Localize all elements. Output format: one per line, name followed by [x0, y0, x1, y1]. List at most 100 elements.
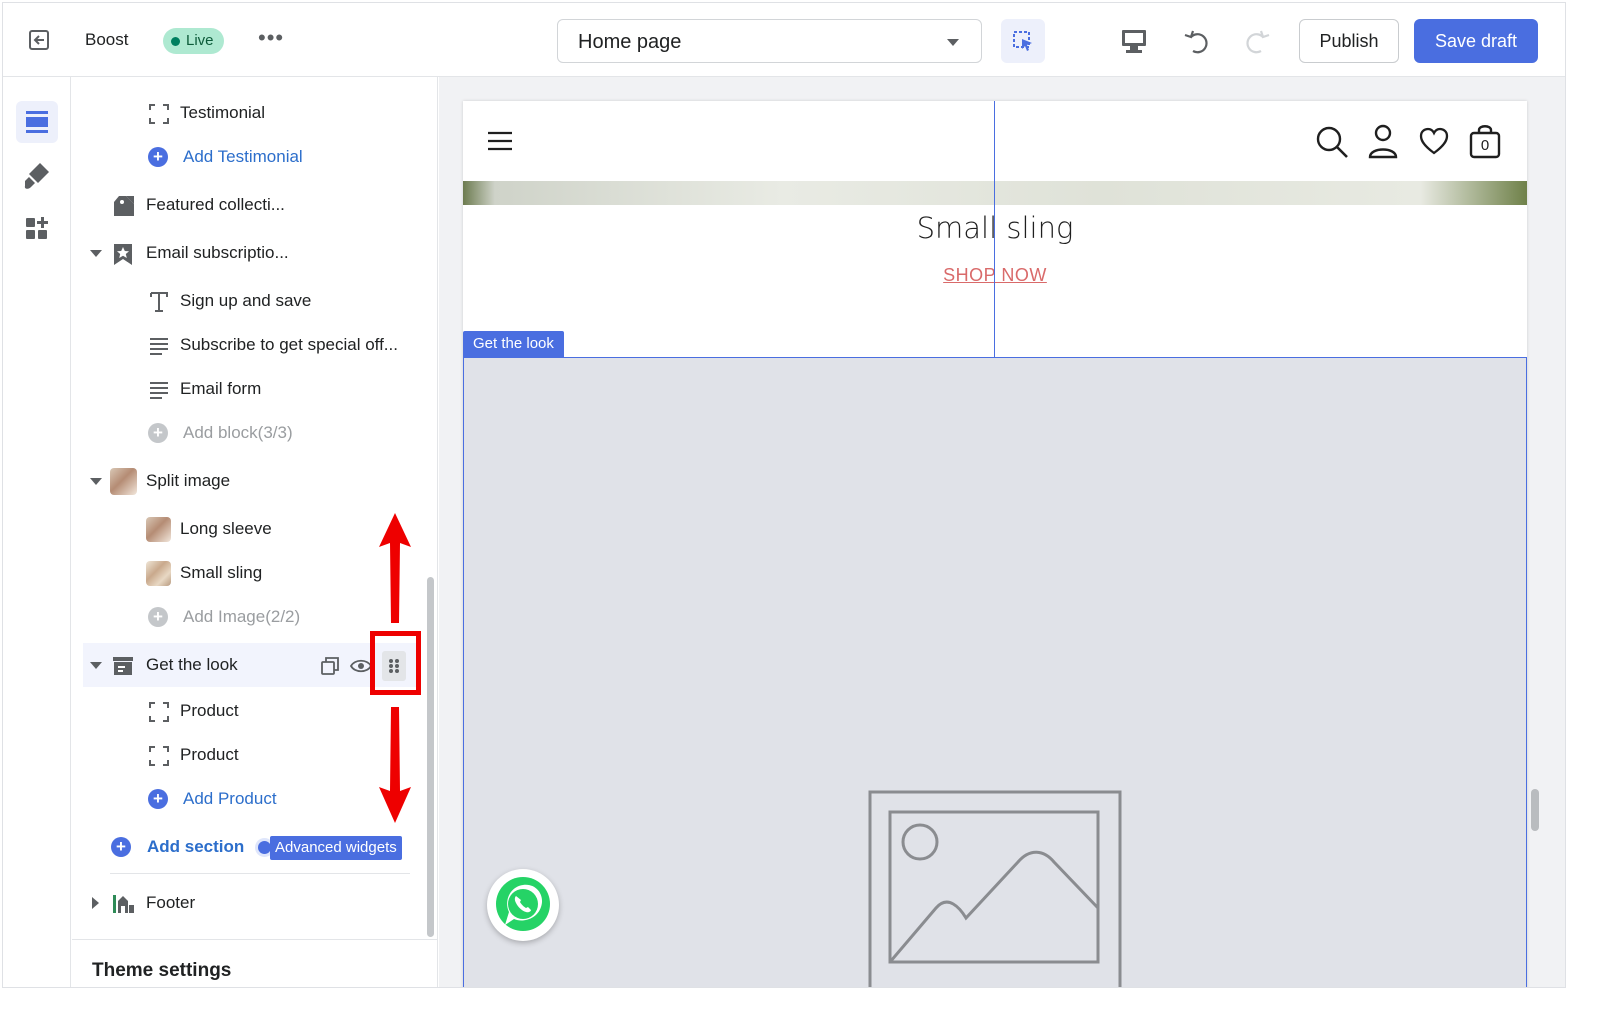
- store-name: Boost: [85, 30, 129, 49]
- block-frame-icon: [146, 101, 172, 127]
- long-sleeve-thumbnail: [146, 517, 171, 542]
- redo-icon[interactable]: [1241, 25, 1273, 57]
- sidebar-item-label: Add Testimonial: [183, 147, 303, 166]
- sidebar-item-label: Product: [180, 745, 239, 764]
- sidebar-item-label: Add section: [147, 837, 245, 856]
- divider: [110, 873, 410, 874]
- tag-icon: [110, 192, 136, 218]
- block-frame-icon: [146, 743, 172, 769]
- small-sling-thumbnail: [146, 561, 171, 586]
- exit-icon[interactable]: [27, 27, 53, 53]
- block-email-form[interactable]: Email form: [72, 367, 437, 411]
- hamburger-menu-icon[interactable]: [487, 131, 513, 156]
- sidebar-item-label: Add Product: [183, 789, 277, 808]
- theme-editor-window: Boost Live ••• Home page Publish Save dr…: [2, 2, 1566, 988]
- add-circle-icon: +: [148, 147, 168, 167]
- theme-settings-bar[interactable]: Theme settings: [72, 939, 437, 987]
- add-circle-icon: +: [111, 837, 131, 857]
- undo-icon[interactable]: [1181, 25, 1213, 57]
- center-guide-line: [994, 101, 995, 357]
- duplicate-icon[interactable]: [319, 655, 341, 677]
- sidebar-item-label: Small sling: [180, 563, 263, 582]
- paragraph-icon: [146, 333, 172, 359]
- sections-icon: [26, 111, 48, 133]
- cursor-select-icon: [1013, 31, 1032, 51]
- account-icon[interactable]: [1367, 123, 1399, 164]
- sidebar-item-label: Email subscriptio...: [146, 243, 289, 262]
- apps-icon: [26, 217, 48, 239]
- sidebar-item-label: Subscribe to get special off...: [180, 335, 398, 354]
- footer-store-icon: [110, 891, 136, 917]
- select-element-button[interactable]: [1001, 19, 1045, 63]
- sidebar-item-label: Get the look: [146, 655, 238, 674]
- sidebar-item-label: Testimonial: [180, 103, 266, 122]
- sections-tab[interactable]: [16, 101, 58, 143]
- image-placeholder-icon: [868, 790, 1122, 987]
- sidebar-item-label: Add block(3/3): [183, 423, 293, 442]
- chevron-down-icon: [947, 39, 959, 46]
- paragraph-icon: [146, 377, 172, 403]
- section-featured-collection[interactable]: Featured collecti...: [72, 183, 437, 227]
- store-header: 0: [463, 101, 1527, 181]
- section-get-the-look[interactable]: Get the look: [83, 643, 419, 687]
- split-image-thumbnail: [110, 468, 137, 495]
- page-selector-label: Home page: [578, 31, 682, 53]
- cart-icon[interactable]: 0: [1469, 123, 1501, 164]
- save-draft-button[interactable]: Save draft: [1414, 19, 1538, 63]
- left-rail: [3, 77, 71, 987]
- page-selector-dropdown[interactable]: Home page: [557, 19, 982, 63]
- bookmark-star-icon: [110, 241, 136, 267]
- sidebar-item-label: Featured collecti...: [146, 195, 285, 214]
- block-frame-icon: [146, 699, 172, 725]
- chevron-down-icon[interactable]: [90, 250, 102, 257]
- sidebar-item-label: Footer: [146, 893, 196, 912]
- whatsapp-icon: [496, 877, 550, 931]
- sidebar-item-label: Long sleeve: [180, 519, 272, 538]
- brush-icon: [24, 163, 49, 189]
- block-testimonial[interactable]: Testimonial: [72, 91, 437, 135]
- status-dot-icon: [171, 36, 180, 46]
- chevron-down-icon[interactable]: [90, 662, 102, 669]
- sidebar-item-label: Split image: [146, 471, 231, 490]
- section-label-tag[interactable]: Get the look: [463, 331, 564, 357]
- sidebar-item-label: Add Image(2/2): [183, 607, 301, 626]
- more-actions-button[interactable]: •••: [258, 27, 286, 53]
- block-heading[interactable]: Sign up and save: [72, 279, 437, 323]
- live-status-badge: Live: [163, 28, 224, 54]
- add-circle-icon: +: [148, 423, 168, 443]
- block-paragraph[interactable]: Subscribe to get special off...: [72, 323, 437, 367]
- store-preview: 0 Small sling SHOP NOW Get the look: [463, 101, 1527, 987]
- section-box-icon: [110, 653, 136, 679]
- drag-handle-highlight: [370, 631, 421, 695]
- chevron-right-icon[interactable]: [92, 897, 99, 909]
- cart-count: 0: [1480, 137, 1490, 154]
- section-split-image[interactable]: Split image: [72, 459, 437, 503]
- theme-settings-label: Theme settings: [92, 960, 232, 981]
- add-testimonial-button[interactable]: + Add Testimonial: [72, 135, 437, 179]
- advanced-widgets-tooltip[interactable]: Advanced widgets: [270, 836, 402, 860]
- sidebar-item-label: Sign up and save: [180, 291, 312, 310]
- sidebar-item-label: Email form: [180, 379, 262, 398]
- whatsapp-chat-button[interactable]: [487, 869, 559, 941]
- sidebar-item-label: Product: [180, 701, 239, 720]
- chevron-down-icon[interactable]: [90, 478, 102, 485]
- search-icon[interactable]: [1315, 125, 1349, 164]
- section-footer[interactable]: Footer: [72, 881, 437, 925]
- desktop-view-icon[interactable]: [1119, 27, 1149, 55]
- apps-tab[interactable]: [16, 207, 58, 249]
- canvas-scrollbar[interactable]: [1531, 789, 1539, 831]
- theme-style-tab[interactable]: [16, 155, 58, 197]
- get-the-look-section[interactable]: [463, 357, 1527, 987]
- wishlist-heart-icon[interactable]: [1419, 127, 1449, 160]
- shop-now-link[interactable]: SHOP NOW: [463, 265, 1527, 286]
- slide-title: Small sling: [916, 211, 1074, 245]
- add-circle-icon: +: [148, 607, 168, 627]
- status-badge-label: Live: [186, 32, 214, 49]
- eye-icon[interactable]: [349, 655, 373, 677]
- publish-button[interactable]: Publish: [1299, 19, 1399, 63]
- sidebar-scrollbar[interactable]: [427, 577, 434, 937]
- add-block-button: + Add block(3/3): [72, 411, 437, 455]
- section-email-subscription[interactable]: Email subscriptio...: [72, 231, 437, 275]
- arrow-up-icon: [379, 513, 411, 623]
- arrow-down-icon: [379, 707, 411, 823]
